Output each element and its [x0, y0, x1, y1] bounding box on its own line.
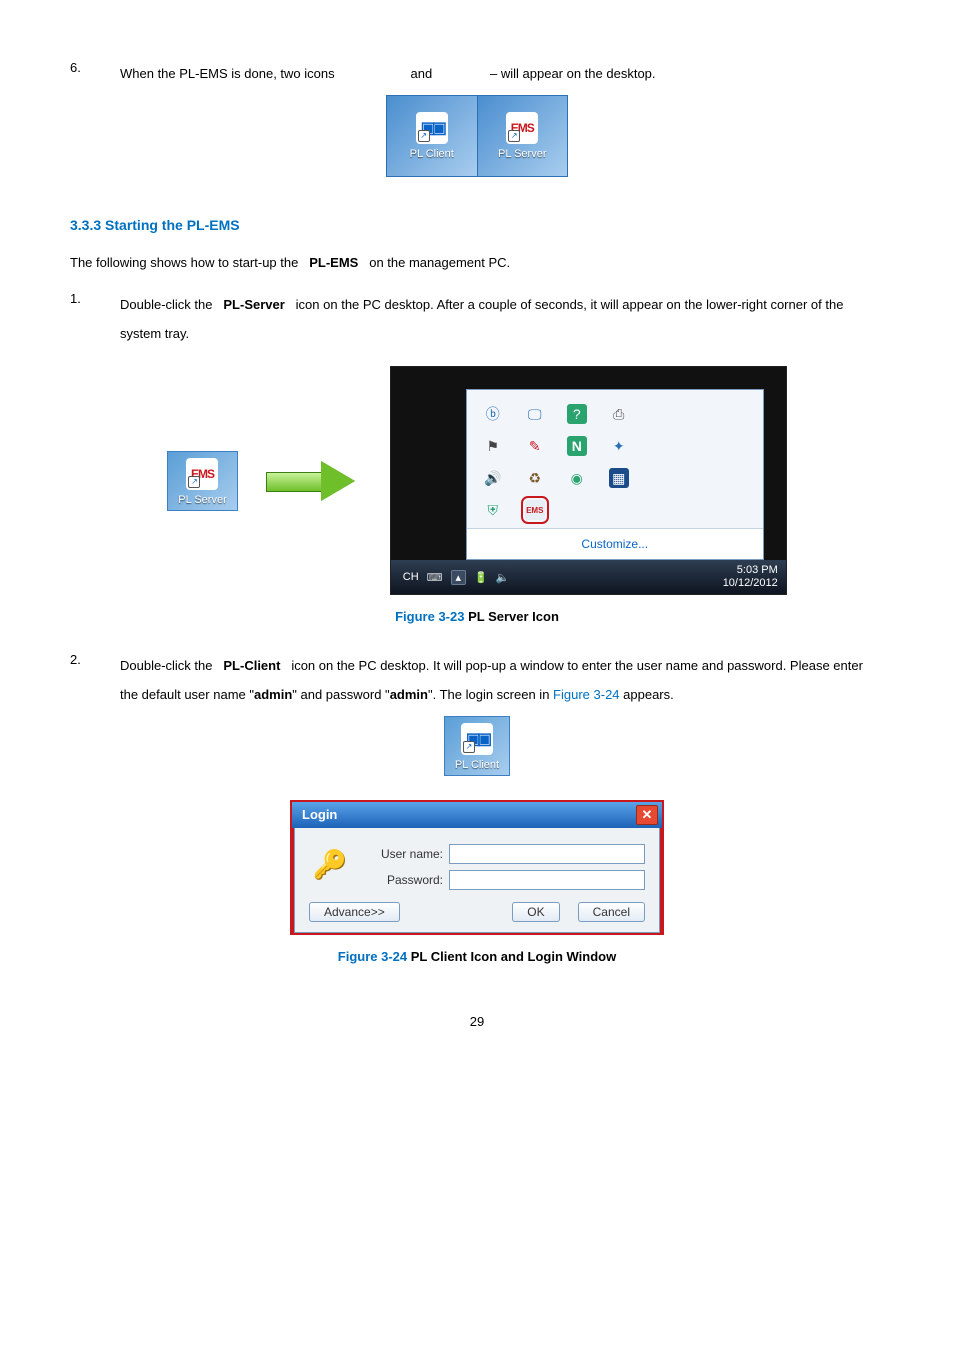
arrow-right-icon	[266, 461, 356, 501]
step-2-num: 2.	[70, 652, 120, 709]
volume-icon: 🔊	[483, 468, 503, 488]
shortcut-arrow-icon: ↗	[508, 130, 520, 142]
step-2: 2. Double-click the PL-Client icon on th…	[70, 652, 884, 709]
step2-d: admin	[254, 687, 292, 702]
pl-server-icon: EMS ↗	[186, 458, 218, 490]
password-input[interactable]	[449, 870, 645, 890]
show-tray-icon[interactable]: ▴	[451, 570, 467, 585]
step-6-body: When the PL-EMS is done, two icons and –…	[120, 60, 884, 89]
n-icon: N	[567, 436, 587, 456]
login-window: Login ✕ 🔑 User name: Password:	[290, 800, 664, 935]
flag-icon: ⚑	[483, 436, 503, 456]
step2-i: appears.	[620, 687, 674, 702]
fig24-label: PL Client Icon and Login Window	[407, 949, 616, 964]
login-titlebar: Login ✕	[292, 802, 662, 828]
pl-server-label: PL Server	[178, 494, 227, 506]
step-2-body: Double-click the PL-Client icon on the P…	[120, 652, 884, 709]
brush-icon: ✎	[525, 436, 545, 456]
sound-icon[interactable]: 🔈	[496, 571, 510, 584]
step-1-body: Double-click the PL-Server icon on the P…	[120, 291, 884, 348]
pl-server-desktop-icon: EMS ↗ PL Server	[167, 451, 238, 511]
help-icon: ?	[567, 404, 587, 424]
shortcut-arrow-icon: ↗	[188, 476, 200, 488]
figure-desktop-icons: ▣▣ ↗ PL Client EMS ↗ PL Server	[386, 95, 568, 177]
customize-link[interactable]: Customize...	[467, 528, 763, 559]
printer-icon: ⎙	[609, 404, 629, 424]
shield-icon: ⛨	[483, 500, 503, 520]
step1-b: PL-Server	[223, 297, 284, 312]
step2-a: Double-click the	[120, 658, 213, 673]
system-tray-figure: ⓑ 🖵 ? ⎙ ⚑ ✎ N ✦ 🔊 ♻ ◉	[390, 366, 787, 595]
step-6: 6. When the PL-EMS is done, two icons an…	[70, 60, 884, 89]
password-label: Password:	[363, 873, 443, 887]
intro-b: PL-EMS	[309, 255, 358, 270]
fig24-num: Figure 3-24	[338, 949, 407, 964]
fig23-label: PL Server Icon	[464, 609, 558, 624]
shortcut-arrow-icon: ↗	[418, 130, 430, 142]
clock-date: 10/12/2012	[723, 577, 778, 591]
step2-f: admin	[390, 687, 428, 702]
step6-c: – will appear on the desktop.	[490, 66, 656, 81]
intro-c: on the management PC.	[369, 255, 510, 270]
step1-a: Double-click the	[120, 297, 213, 312]
disc-icon: ◉	[567, 468, 587, 488]
ok-button[interactable]: OK	[512, 902, 559, 922]
pl-client-icon: ▣▣ ↗	[461, 723, 493, 755]
intro-line: The following shows how to start-up the …	[70, 249, 884, 278]
figure-3-23-caption: Figure 3-23 PL Server Icon	[70, 609, 884, 624]
shortcut-arrow-icon: ↗	[463, 741, 475, 753]
taskbar-clock[interactable]: 5:03 PM 10/12/2012	[723, 564, 778, 592]
key-icon: 🔑	[309, 844, 351, 886]
pl-server-label: PL Server	[498, 148, 547, 160]
desktop-icon-pl-server: EMS ↗ PL Server	[477, 96, 568, 176]
step6-a: When the PL-EMS is done, two icons	[120, 66, 335, 81]
step2-e: " and password "	[292, 687, 389, 702]
page-number: 29	[70, 1014, 884, 1029]
username-label: User name:	[363, 847, 443, 861]
step2-g: ". The login screen in	[428, 687, 553, 702]
step6-b: and	[410, 66, 432, 81]
fig23-num: Figure 3-23	[395, 609, 464, 624]
figure-3-24-caption: Figure 3-24 PL Client Icon and Login Win…	[70, 949, 884, 964]
lang-indicator[interactable]: CH	[403, 571, 419, 583]
close-icon[interactable]: ✕	[636, 805, 658, 825]
pl-client-icon: ▣▣ ↗	[416, 112, 448, 144]
tray-popup: ⓑ 🖵 ? ⎙ ⚑ ✎ N ✦ 🔊 ♻ ◉	[466, 389, 764, 560]
battery-icon[interactable]: 🔋	[474, 571, 488, 584]
advance-button[interactable]: Advance>>	[309, 902, 400, 922]
section-title: 3.3.3 Starting the PL-EMS	[70, 217, 884, 233]
pl-client-label: PL Client	[455, 759, 499, 771]
username-input[interactable]	[449, 844, 645, 864]
step-1-num: 1.	[70, 291, 120, 348]
ems-tray-icon: EMS	[525, 500, 545, 520]
figure-server-to-tray: EMS ↗ PL Server ⓑ 🖵 ? ⎙	[70, 366, 884, 595]
keyboard-icon[interactable]: ⌨	[427, 571, 443, 584]
pl-client-desktop-icon: ▣▣ ↗ PL Client	[444, 716, 510, 776]
monitor-icon: 🖵	[525, 404, 545, 424]
clock-time: 5:03 PM	[723, 564, 778, 578]
bluetooth-icon: ⓑ	[483, 404, 503, 424]
taskbar: CH ⌨ ▴ 🔋 🔈 5:03 PM 10/12/2012	[391, 560, 786, 594]
step2-h[interactable]: Figure 3-24	[553, 687, 619, 702]
desktop-icon-pl-client: ▣▣ ↗ PL Client	[387, 96, 477, 176]
intro-a: The following shows how to start-up the	[70, 255, 298, 270]
cancel-button[interactable]: Cancel	[578, 902, 645, 922]
wand-icon: ✦	[609, 436, 629, 456]
recycle-icon: ♻	[525, 468, 545, 488]
step-1: 1. Double-click the PL-Server icon on th…	[70, 291, 884, 348]
login-title-text: Login	[302, 807, 337, 822]
app-icon: ▦	[609, 468, 629, 488]
step2-b: PL-Client	[223, 658, 280, 673]
pl-client-solo-figure: ▣▣ ↗ PL Client	[70, 716, 884, 776]
pl-server-icon: EMS ↗	[506, 112, 538, 144]
pl-client-label: PL Client	[410, 148, 454, 160]
step-6-num: 6.	[70, 60, 120, 89]
